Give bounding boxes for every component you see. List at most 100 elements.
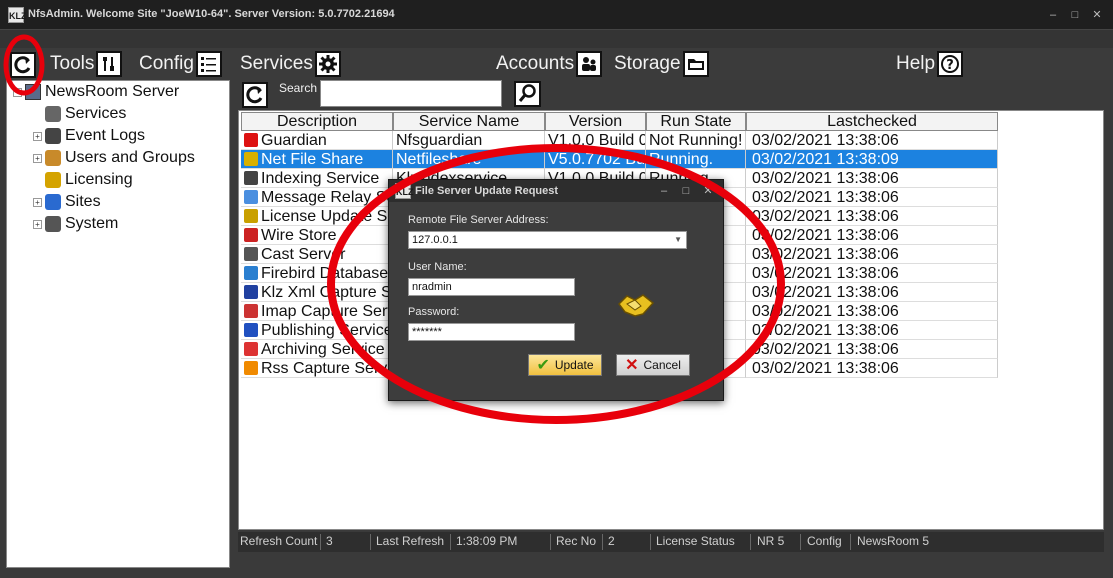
- grid-refresh-button[interactable]: [242, 82, 268, 108]
- minimize-button[interactable]: –: [1044, 6, 1062, 24]
- cell-description-text: Imap Capture Service: [261, 303, 392, 320]
- chevron-down-icon[interactable]: ▼: [674, 232, 682, 248]
- service-icon: [244, 133, 258, 147]
- cell-description: Imap Capture Service: [241, 302, 393, 321]
- gear-icon: [314, 51, 341, 77]
- tools-label: Tools: [50, 53, 95, 74]
- cell-description-text: Guardian: [261, 132, 327, 149]
- config-button[interactable]: Config: [139, 50, 222, 78]
- refresh-icon: [246, 86, 263, 104]
- cell-description: Archiving Service: [241, 340, 393, 359]
- column-header-run-state[interactable]: Run State: [646, 112, 746, 131]
- column-header-description[interactable]: Description: [241, 112, 393, 131]
- help-button[interactable]: Help ?: [896, 50, 964, 78]
- close-button[interactable]: ✕: [1088, 6, 1106, 24]
- cancel-button-label: Cancel: [643, 358, 681, 372]
- address-label: Remote File Server Address:: [408, 214, 549, 226]
- storage-button[interactable]: Storage: [614, 50, 709, 78]
- tree-item-users-and-groups[interactable]: + Users and Groups: [33, 149, 195, 167]
- tree-item-label: System: [65, 215, 119, 232]
- address-value: 127.0.0.1: [412, 234, 458, 246]
- table-row[interactable]: Net File Share NetfileshareV5.0.7702 Buil…: [241, 150, 998, 169]
- expand-icon[interactable]: +: [33, 219, 42, 229]
- log-icon: [45, 128, 61, 144]
- address-combo[interactable]: 127.0.0.1 ▼: [408, 231, 687, 249]
- cell-description: Rss Capture Service: [241, 359, 393, 378]
- tree-item-services[interactable]: Services: [33, 105, 126, 123]
- dialog-minimize-button[interactable]: –: [655, 182, 673, 200]
- tools-button[interactable]: Tools: [50, 50, 123, 78]
- file-server-update-dialog: KLZ File Server Update Request – □ ✕ Rem…: [388, 179, 724, 401]
- table-row[interactable]: Guardian Nfsguardian V1.0.0 Build 0 Not Run…: [241, 131, 998, 150]
- app-window: KLZ NfsAdmin. Welcome Site "JoeW10-64". …: [0, 0, 1113, 578]
- search-label: Search: [279, 81, 318, 95]
- column-header-version[interactable]: Version: [545, 112, 646, 131]
- maximize-button[interactable]: □: [1066, 6, 1084, 24]
- tree-item-event-logs[interactable]: + Event Logs: [33, 127, 145, 145]
- cell-checked: 03/02/2021 13:38:09: [746, 150, 998, 169]
- help-icon: ?: [937, 51, 964, 77]
- cell-description-text: Firebird Database: [261, 265, 389, 282]
- key-icon: [45, 172, 61, 188]
- cancel-button[interactable]: ✕ Cancel: [616, 354, 690, 376]
- license-status-value: NR 5: [757, 534, 785, 548]
- rec-no-value: 2: [608, 534, 615, 548]
- refresh-count-label: Refresh Count: [240, 534, 318, 548]
- column-header-lastchecked[interactable]: Lastchecked: [746, 112, 998, 131]
- cell-checked: 03/02/2021 13:38:06: [746, 226, 998, 245]
- cell-description-text: License Update Service: [261, 208, 392, 225]
- service-icon: [244, 171, 258, 185]
- tree-item-label: Event Logs: [65, 127, 146, 144]
- tree-item-sites[interactable]: + Sites: [33, 193, 101, 211]
- cell-checked: 03/02/2021 13:38:06: [746, 207, 998, 226]
- column-header-service-name[interactable]: Service Name: [393, 112, 545, 131]
- cell-description-text: Message Relay Service: [261, 189, 392, 206]
- services-label: Services: [240, 53, 313, 74]
- cell-checked: 03/02/2021 13:38:06: [746, 302, 998, 321]
- search-button[interactable]: [514, 81, 541, 107]
- cell-checked: 03/02/2021 13:38:06: [746, 321, 998, 340]
- services-button[interactable]: Services: [240, 50, 341, 78]
- tree-item-label: Sites: [65, 193, 101, 210]
- dialog-maximize-button[interactable]: □: [677, 182, 695, 200]
- expand-icon[interactable]: +: [33, 131, 42, 141]
- dialog-title-bar: KLZ File Server Update Request – □ ✕: [389, 180, 723, 202]
- cell-checked: 03/02/2021 13:38:06: [746, 131, 998, 150]
- tree-item-licensing[interactable]: Licensing: [33, 171, 133, 189]
- expand-icon[interactable]: +: [33, 153, 42, 163]
- app-icon: KLZ: [8, 7, 27, 23]
- cancel-x-icon: ✕: [625, 357, 639, 374]
- dialog-close-button[interactable]: ✕: [699, 182, 717, 200]
- help-label: Help: [896, 53, 936, 74]
- status-bar: Refresh Count 3 Last Refresh 1:38:09 PM …: [238, 532, 1104, 552]
- tree-item-system[interactable]: + System: [33, 215, 118, 233]
- cell-checked: 03/02/2021 13:38:06: [746, 188, 998, 207]
- cell-description-text: Klz Xml Capture Service: [261, 284, 392, 301]
- cell-checked: 03/02/2021 13:38:06: [746, 169, 998, 188]
- cell-description: Wire Store: [241, 226, 393, 245]
- service-icon: [244, 361, 258, 375]
- service-icon: [244, 342, 258, 356]
- service-icon: [244, 228, 258, 242]
- update-button[interactable]: ✔ Update: [528, 354, 602, 376]
- user-name-field[interactable]: nradmin: [408, 278, 575, 296]
- collapse-icon[interactable]: −: [13, 87, 22, 97]
- expand-icon[interactable]: +: [33, 197, 42, 207]
- dialog-title: File Server Update Request: [415, 185, 559, 197]
- refresh-button[interactable]: [10, 52, 36, 78]
- cell-description: Guardian: [241, 131, 393, 150]
- tree-item-label: Licensing: [65, 171, 133, 188]
- password-label: Password:: [408, 306, 460, 318]
- magnifier-icon: [518, 84, 536, 102]
- password-field[interactable]: *******: [408, 323, 575, 341]
- accounts-button[interactable]: Accounts: [496, 50, 603, 78]
- user-name-label: User Name:: [408, 261, 467, 273]
- tree-root-newsroom-server[interactable]: − NewsRoom Server: [13, 83, 179, 101]
- cell-description-text: Archiving Service: [261, 341, 385, 358]
- rec-no-label: Rec No: [556, 534, 597, 548]
- search-input[interactable]: [320, 80, 502, 107]
- tree-item-label: Users and Groups: [65, 149, 195, 166]
- window-title: NfsAdmin. Welcome Site "JoeW10-64". Serv…: [28, 8, 395, 20]
- system-icon: [45, 216, 61, 232]
- cell-description-text: Rss Capture Service: [261, 360, 392, 377]
